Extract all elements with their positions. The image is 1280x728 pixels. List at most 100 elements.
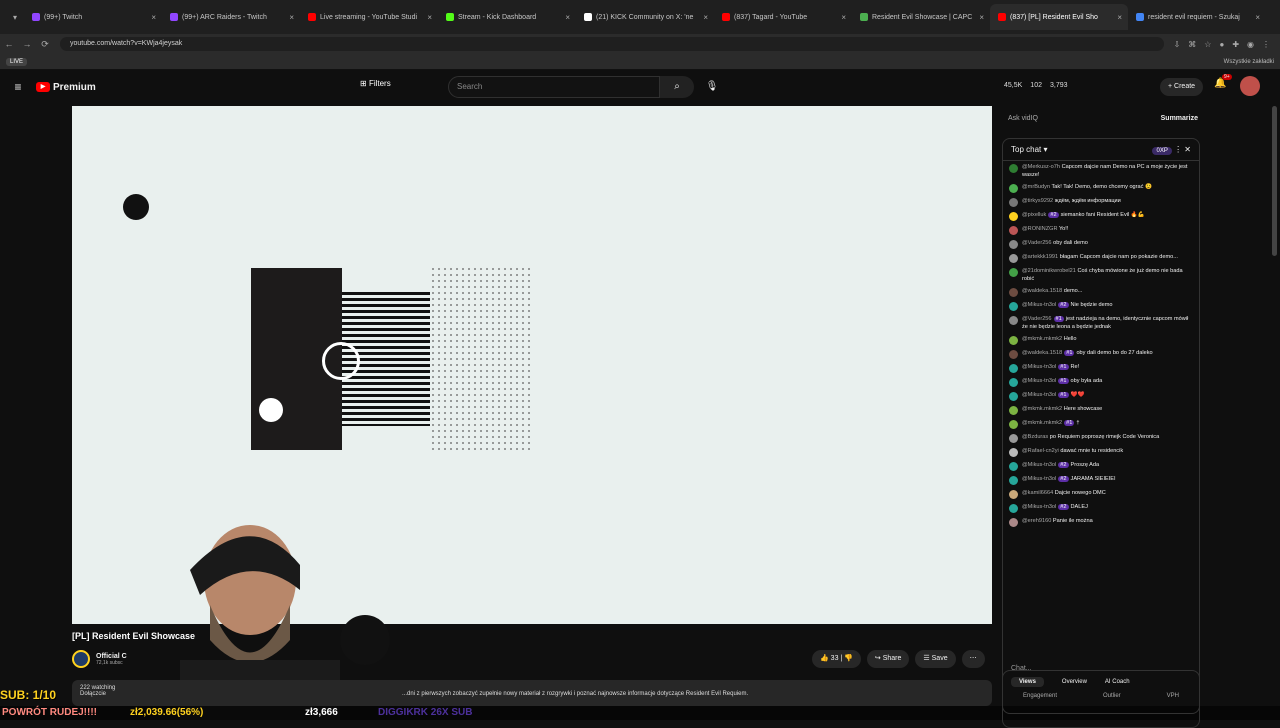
chat-username[interactable]: @Vader256 xyxy=(1022,240,1052,246)
hamburger-icon[interactable]: ≡ xyxy=(0,80,36,94)
chat-username[interactable]: @kamil6664 xyxy=(1022,490,1053,496)
back-icon[interactable]: ← xyxy=(0,39,18,49)
translate-icon[interactable]: ⌘ xyxy=(1188,40,1196,49)
chat-avatar[interactable] xyxy=(1009,184,1018,193)
tab-outlier[interactable]: Outlier xyxy=(1103,693,1121,699)
chat-username[interactable]: @Mikus-tn3ol xyxy=(1022,462,1056,468)
description-box[interactable]: 222 watching Dołączcie ...dni z pierwszy… xyxy=(72,680,992,706)
chat-username[interactable]: @mkmk.mkmk2 xyxy=(1022,336,1062,342)
chat-avatar[interactable] xyxy=(1009,392,1018,401)
xp-badge[interactable]: 0XP xyxy=(1152,147,1172,155)
tab-close-icon[interactable]: × xyxy=(565,13,570,22)
all-bookmarks[interactable]: Wszystkie zakładki xyxy=(1224,59,1274,65)
chat-message[interactable]: @artekkk1991 błagam Capcom dajcie nam po… xyxy=(1009,253,1193,263)
chat-message[interactable]: @Mikus-tn3ol #1 Re! xyxy=(1009,363,1193,373)
menu-icon[interactable]: ⋮ xyxy=(1262,40,1270,49)
chat-avatar[interactable] xyxy=(1009,476,1018,485)
chat-avatar[interactable] xyxy=(1009,240,1018,249)
tab-list-icon[interactable]: ▾ xyxy=(6,13,24,22)
tab-close-icon[interactable]: × xyxy=(427,13,432,22)
summarize-button[interactable]: Summarize xyxy=(1161,115,1204,122)
chat-avatar[interactable] xyxy=(1009,212,1018,221)
more-icon[interactable]: ⋯ xyxy=(961,650,985,668)
chat-message[interactable]: @Mikus-tn3ol #1 ❤️❤️ xyxy=(1009,391,1193,401)
chat-message[interactable]: @Bzduras po Requiem poproszę rimejk Code… xyxy=(1009,433,1193,443)
star-icon[interactable]: ☆ xyxy=(1204,40,1211,49)
chat-message[interactable]: @Mikus-tn3ol #2 Nie będzie demo xyxy=(1009,301,1193,311)
ask-vidiq-input[interactable]: Ask vidIQ xyxy=(1000,115,1161,122)
browser-tab[interactable]: (99+) Twitch × xyxy=(24,4,162,30)
chat-username[interactable]: @Mikus-tn3ol xyxy=(1022,504,1056,510)
chat-menu-icon[interactable]: ⋮ xyxy=(1174,145,1184,154)
puzzle-icon[interactable]: ✚ xyxy=(1232,40,1239,49)
browser-tab[interactable]: resident evil requiem - Szukaj × xyxy=(1128,4,1266,30)
tab-close-icon[interactable]: × xyxy=(979,13,984,22)
tab-close-icon[interactable]: × xyxy=(841,13,846,22)
chat-message[interactable]: @Vader256 #1 jest nadzieja na demo, identy… xyxy=(1009,315,1193,331)
chat-avatar[interactable] xyxy=(1009,434,1018,443)
chat-avatar[interactable] xyxy=(1009,420,1018,429)
tab-close-icon[interactable]: × xyxy=(1117,13,1122,22)
search-input[interactable]: Search xyxy=(448,76,660,98)
tab-close-icon[interactable]: × xyxy=(151,13,156,22)
tab-vph[interactable]: VPH xyxy=(1167,693,1179,699)
browser-tab[interactable]: (21) KICK Community on X: 'ne × xyxy=(576,4,714,30)
chat-avatar[interactable] xyxy=(1009,518,1018,527)
chat-username[interactable]: @mrBudyn xyxy=(1022,184,1050,190)
browser-tab[interactable]: (99+) ARC Raiders - Twitch × xyxy=(162,4,300,30)
chat-username[interactable]: @ereh9160 xyxy=(1022,518,1051,524)
forward-icon[interactable]: → xyxy=(18,39,36,49)
top-chat-dropdown[interactable]: Top chat ▾ xyxy=(1011,145,1048,154)
filters-button[interactable]: ⊞ Filters xyxy=(360,79,391,88)
install-icon[interactable]: ⇩ xyxy=(1174,40,1181,49)
chat-username[interactable]: @tirkys9292 xyxy=(1022,198,1053,204)
extension-icon[interactable]: ● xyxy=(1219,40,1224,49)
chat-avatar[interactable] xyxy=(1009,378,1018,387)
chat-username[interactable]: @Bzduras xyxy=(1022,434,1048,440)
share-button[interactable]: ↪ Share xyxy=(866,650,910,668)
chat-message[interactable]: @waldeka.1518 demo... xyxy=(1009,287,1193,297)
live-bookmark[interactable]: LIVE xyxy=(6,57,28,66)
chat-username[interactable]: @waldeka.1518 xyxy=(1022,350,1062,356)
chat-username[interactable]: @21dominikwrobel21 xyxy=(1022,268,1076,274)
chat-message[interactable]: @mkmk.mkmk2 #1 † xyxy=(1009,419,1193,429)
channel-avatar[interactable] xyxy=(72,650,90,668)
microphone-icon[interactable]: 🎙 xyxy=(702,76,722,98)
chat-message[interactable]: @mkmk.mkmk2 Here showcase xyxy=(1009,405,1193,415)
youtube-logo[interactable]: ▶ Premium xyxy=(36,82,96,93)
chat-username[interactable]: @Mikus-tn3ol xyxy=(1022,364,1056,370)
chat-message[interactable]: @mrBudyn Tak! Tak! Demo, demo chcemy ogr… xyxy=(1009,183,1193,193)
chat-username[interactable]: @Vader256 xyxy=(1022,316,1052,322)
chat-avatar[interactable] xyxy=(1009,336,1018,345)
chat-avatar[interactable] xyxy=(1009,254,1018,263)
tab-views[interactable]: Views xyxy=(1011,677,1044,687)
chat-message[interactable]: @21dominikwrobel21 Coś chyba mówione że … xyxy=(1009,267,1193,283)
chat-avatar[interactable] xyxy=(1009,268,1018,277)
create-button[interactable]: + Create xyxy=(1160,78,1204,96)
channel-name[interactable]: Official C xyxy=(96,653,127,660)
chat-message[interactable]: @Mikus-tn3ol #1 oby była ada xyxy=(1009,377,1193,387)
tab-overview[interactable]: Overview xyxy=(1062,679,1087,685)
chat-message[interactable]: @Vader256 oby dali demo xyxy=(1009,239,1193,249)
chat-message[interactable]: @pixelluk #2 siemanko fani Resident Evil 🔥… xyxy=(1009,211,1193,221)
chat-avatar[interactable] xyxy=(1009,448,1018,457)
browser-tab[interactable]: Live streaming - YouTube Studi × xyxy=(300,4,438,30)
chat-avatar[interactable] xyxy=(1009,490,1018,499)
close-icon[interactable]: ✕ xyxy=(1184,145,1191,154)
chat-username[interactable]: @Mikus-tn3ol xyxy=(1022,476,1056,482)
chat-message[interactable]: @Merkusz-o7h Capcom dajcie nam Demo na P… xyxy=(1009,163,1193,179)
chat-message[interactable]: @Mikus-tn3ol #2 JARAMA SIEIEIEI xyxy=(1009,475,1193,485)
page-scrollbar[interactable] xyxy=(1272,106,1277,256)
chat-username[interactable]: @Merkusz-o7h xyxy=(1022,164,1060,170)
chat-message[interactable]: @waldeka.1518 #1 oby dali demo bo do 27 da… xyxy=(1009,349,1193,359)
chat-avatar[interactable] xyxy=(1009,302,1018,311)
chat-username[interactable]: @mkmk.mkmk2 xyxy=(1022,420,1062,426)
chat-message[interactable]: @ereh9160 Panie ile można xyxy=(1009,517,1193,527)
chat-username[interactable]: @Mikus-tn3ol xyxy=(1022,302,1056,308)
chat-avatar[interactable] xyxy=(1009,504,1018,513)
reload-icon[interactable]: ⟳ xyxy=(36,39,54,50)
tab-close-icon[interactable]: × xyxy=(289,13,294,22)
avatar[interactable] xyxy=(1240,76,1260,96)
chat-username[interactable]: @RONINZGR xyxy=(1022,226,1058,232)
chat-message[interactable]: @RONINZGR Yo!! xyxy=(1009,225,1193,235)
